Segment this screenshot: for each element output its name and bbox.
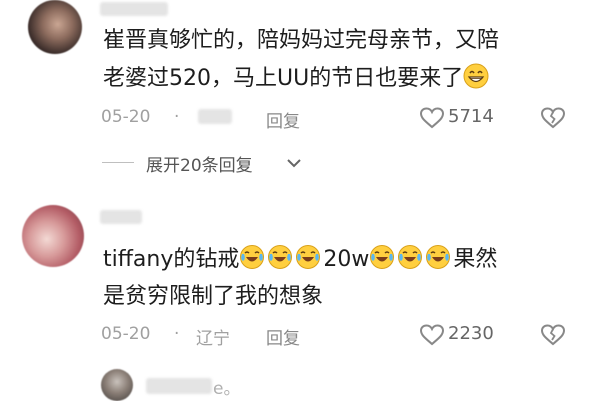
- heart-outline-icon[interactable]: [419, 323, 445, 347]
- username-tail[interactable]: e。: [213, 374, 240, 399]
- comment-text-line: 老婆过520，马上UU的节日也要来了: [103, 63, 491, 95]
- expand-replies-label: 展开20条回复: [146, 156, 253, 176]
- meta-dot: ·: [174, 324, 180, 344]
- like-count: 5714: [448, 106, 494, 127]
- username-blurred[interactable]: [100, 2, 168, 16]
- expand-replies-button[interactable]: 展开20条回复: [146, 151, 253, 176]
- heart-outline-icon[interactable]: [419, 106, 445, 130]
- comment-text-line: tiffany的钻戒 20w 果然: [103, 244, 497, 276]
- comment-date: 05-20: [101, 324, 151, 344]
- crying-laughing-emoji-icon: [240, 245, 265, 269]
- comment-text-line: 是贫穷限制了我的想象: [103, 284, 324, 309]
- chevron-down-icon[interactable]: [285, 156, 303, 170]
- comment-location: 辽宁: [196, 329, 230, 349]
- crying-laughing-emoji-icon: [398, 245, 423, 269]
- crying-laughing-emoji-icon: [426, 245, 451, 269]
- crying-laughing-emoji-icon: [296, 245, 321, 269]
- like-count: 2230: [448, 323, 494, 344]
- broken-heart-icon[interactable]: [540, 106, 566, 130]
- grinning-emoji-icon: [463, 63, 489, 89]
- comment-text-line: 崔晋真够忙的，陪妈妈过完母亲节，又陪: [103, 28, 500, 53]
- comment-date: 05-20: [101, 107, 151, 127]
- username-blurred[interactable]: [146, 378, 212, 394]
- avatar[interactable]: [28, 0, 82, 54]
- meta-dot: ·: [174, 107, 180, 127]
- avatar[interactable]: [101, 369, 133, 401]
- reply-button[interactable]: 回复: [266, 107, 300, 132]
- divider: [102, 162, 134, 163]
- crying-laughing-emoji-icon: [370, 245, 395, 269]
- avatar[interactable]: [22, 205, 84, 267]
- reply-button[interactable]: 回复: [266, 324, 300, 349]
- location-blurred: [198, 109, 232, 124]
- broken-heart-icon[interactable]: [540, 323, 566, 347]
- crying-laughing-emoji-icon: [268, 245, 293, 269]
- username-blurred[interactable]: [100, 210, 142, 224]
